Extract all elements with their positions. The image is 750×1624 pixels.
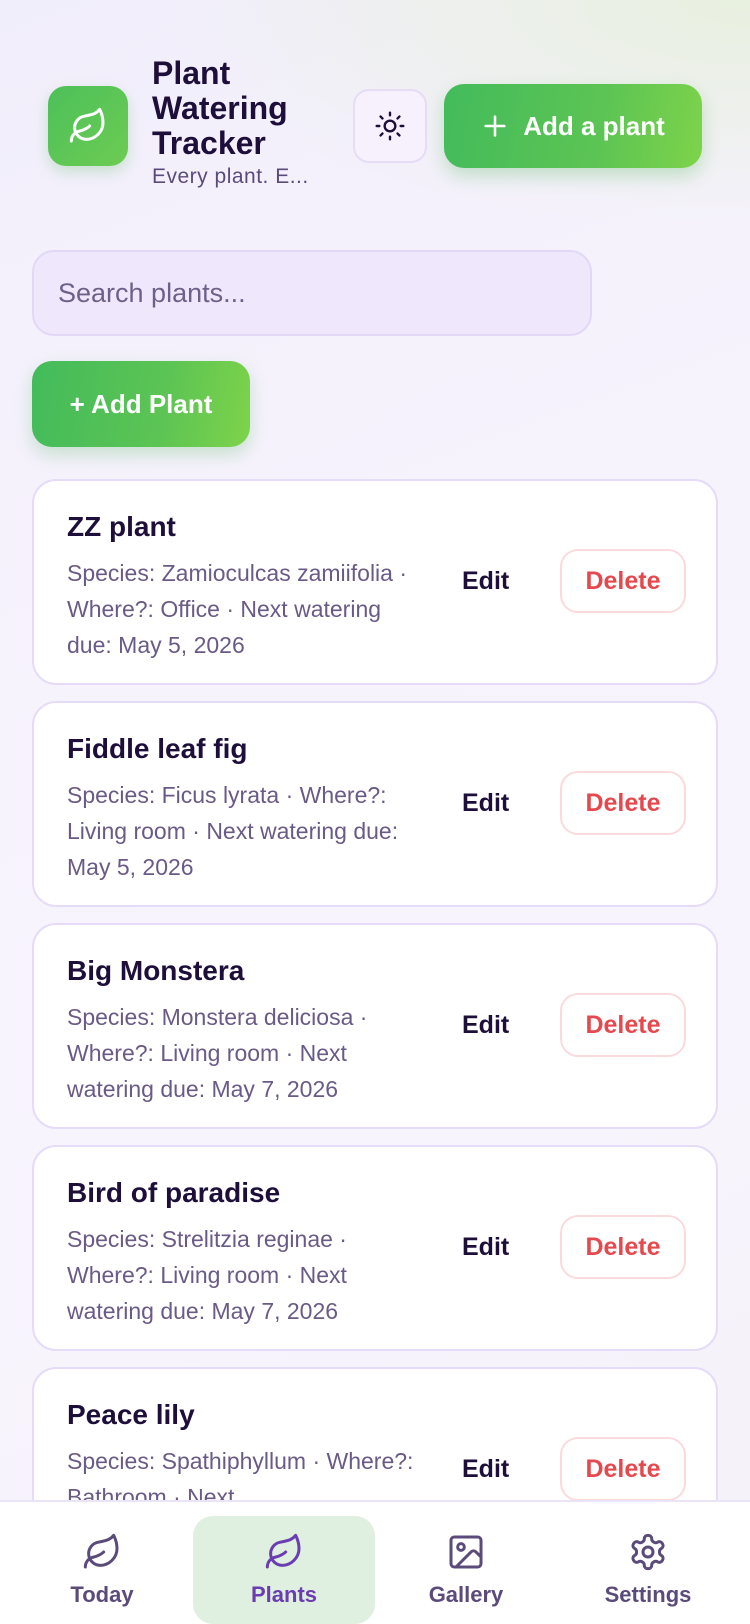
nav-label-settings: Settings	[604, 1582, 692, 1607]
plant-name: Fiddle leaf fig	[67, 733, 248, 764]
edit-button[interactable]: Edit	[462, 1011, 509, 1040]
app-logo	[48, 86, 128, 166]
plant-meta: Species: Zamioculcas zamiifolia · Where?…	[67, 560, 408, 658]
plant-name: Big Monstera	[67, 955, 245, 986]
leaf-icon	[83, 1533, 119, 1569]
plant-card: Fiddle leaf fig Species: Ficus lyrata · …	[32, 701, 718, 907]
delete-button[interactable]: Delete	[560, 771, 686, 835]
sun-icon	[375, 111, 405, 141]
leaf-icon	[69, 107, 105, 143]
nav-label-gallery: Gallery	[428, 1582, 504, 1607]
plus-icon	[484, 115, 506, 137]
edit-button[interactable]: Edit	[462, 1455, 509, 1484]
app-title: Plant Watering Tracker	[152, 55, 288, 161]
plant-card: Bird of paradise Species: Strelitzia reg…	[32, 1145, 718, 1351]
plant-card: ZZ plant Species: Zamioculcas zamiifolia…	[32, 479, 718, 685]
delete-button[interactable]: Delete	[560, 993, 686, 1057]
add-a-plant-button[interactable]: Add a plant	[444, 84, 702, 168]
plant-meta: Species: Ficus lyrata · Where?: Living r…	[67, 782, 399, 880]
gear-icon	[631, 1533, 665, 1571]
plant-card: Big Monstera Species: Monstera deliciosa…	[32, 923, 718, 1129]
nav-item-gallery[interactable]: Gallery	[375, 1516, 557, 1624]
edit-button[interactable]: Edit	[462, 1233, 509, 1262]
delete-button[interactable]: Delete	[560, 1215, 686, 1279]
nav-label-today: Today	[70, 1582, 134, 1607]
edit-button[interactable]: Edit	[462, 567, 509, 596]
app-header: Plant Watering Tracker Every plant. E...…	[0, 0, 750, 230]
delete-button[interactable]: Delete	[560, 1437, 686, 1501]
add-plant-button[interactable]: + Add Plant	[32, 361, 250, 447]
delete-button[interactable]: Delete	[560, 549, 686, 613]
nav-item-plants[interactable]: Plants	[193, 1516, 375, 1624]
bottom-nav: Today Plants Gallery Settings	[0, 1500, 750, 1624]
app-subtitle: Every plant. E...	[152, 165, 309, 188]
plant-meta: Species: Monstera deliciosa · Where?: Li…	[67, 1004, 368, 1102]
nav-label-plants: Plants	[250, 1582, 318, 1607]
nav-item-today[interactable]: Today	[11, 1516, 193, 1624]
nav-item-settings[interactable]: Settings	[557, 1516, 739, 1624]
search-input[interactable]	[58, 277, 566, 309]
plant-name: ZZ plant	[67, 511, 176, 542]
plant-meta: Species: Strelitzia reginae · Where?: Li…	[67, 1226, 347, 1324]
add-a-plant-label: Add a plant	[523, 110, 665, 141]
image-icon	[449, 1535, 483, 1569]
theme-toggle-button[interactable]	[353, 89, 427, 163]
leaf-icon	[265, 1533, 301, 1569]
search-field[interactable]	[32, 250, 592, 336]
plant-name: Peace lily	[67, 1399, 195, 1430]
plant-name: Bird of paradise	[67, 1177, 281, 1208]
edit-button[interactable]: Edit	[462, 789, 509, 818]
